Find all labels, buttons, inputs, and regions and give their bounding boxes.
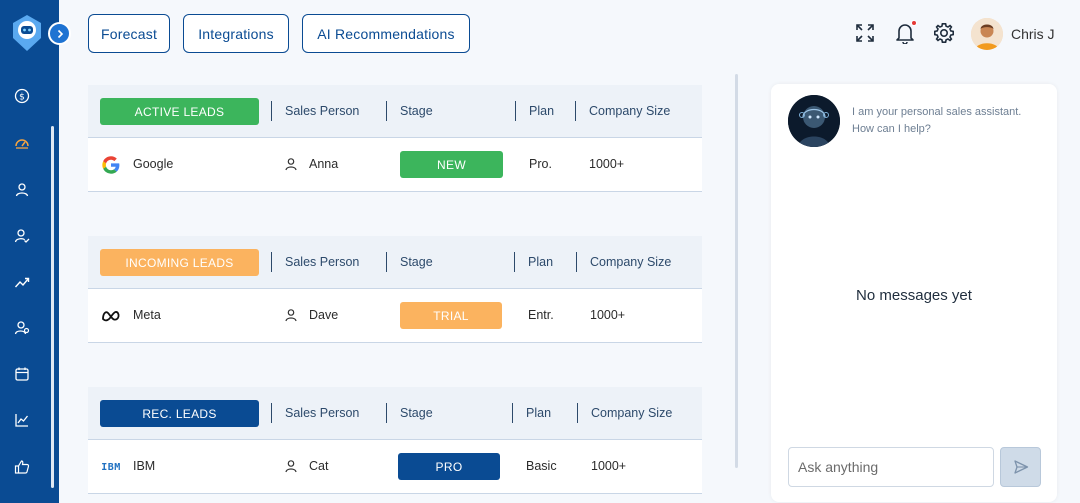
dashboard-icon[interactable] — [12, 133, 32, 153]
person-icon — [284, 459, 298, 473]
google-icon — [100, 154, 122, 176]
user-check-icon[interactable] — [12, 226, 32, 246]
column-header-company-size[interactable]: Company Size — [590, 255, 671, 269]
column-header-company-size[interactable]: Company Size — [591, 406, 672, 420]
column-header-stage[interactable]: Stage — [400, 255, 433, 269]
stage-badge[interactable]: NEW — [400, 151, 503, 178]
user-icon[interactable] — [12, 180, 32, 200]
column-header-stage[interactable]: Stage — [400, 406, 433, 420]
group-header: ACTIVE LEADS Sales Person Stage Plan Com… — [88, 85, 702, 138]
sidebar-scrollbar[interactable] — [51, 126, 54, 488]
table-row[interactable]: Meta Dave TRIAL Entr. 1000+ — [88, 289, 702, 343]
column-separator — [514, 252, 515, 272]
column-separator — [386, 403, 387, 423]
column-separator — [512, 403, 513, 423]
dollar-icon[interactable]: $ — [12, 86, 32, 106]
plan-value: Pro. — [529, 157, 552, 171]
chart-icon[interactable] — [12, 410, 32, 430]
integrations-button[interactable]: Integrations — [183, 14, 289, 53]
plan-value: Basic — [526, 459, 557, 473]
company-name: Meta — [133, 308, 161, 322]
ibm-icon: IBM — [100, 456, 122, 478]
column-separator — [576, 252, 577, 272]
column-separator — [515, 101, 516, 121]
chat-panel: I am your personal sales assistant. How … — [771, 84, 1057, 502]
company-name: Google — [133, 157, 174, 171]
meta-icon — [100, 305, 122, 327]
column-separator — [271, 252, 272, 272]
sidebar-toggle-button[interactable] — [48, 22, 71, 45]
company-size-value: 1000+ — [590, 308, 626, 322]
sales-person-name: Cat — [309, 459, 329, 473]
stage-badge[interactable]: TRIAL — [400, 302, 502, 329]
column-header-company-size[interactable]: Company Size — [589, 104, 670, 118]
group-title-pill[interactable]: INCOMING LEADS — [100, 249, 259, 276]
assistant-avatar — [788, 95, 840, 147]
calendar-icon[interactable] — [12, 364, 32, 384]
fullscreen-icon[interactable] — [854, 22, 876, 44]
column-header-sales-person[interactable]: Sales Person — [285, 104, 359, 118]
gear-icon[interactable] — [933, 22, 955, 44]
column-header-sales-person[interactable]: Sales Person — [285, 406, 359, 420]
group-title-pill[interactable]: ACTIVE LEADS — [100, 98, 259, 125]
group-header: INCOMING LEADS Sales Person Stage Plan C… — [88, 236, 702, 289]
lead-group-active: ACTIVE LEADS Sales Person Stage Plan Com… — [88, 85, 702, 192]
column-header-plan[interactable]: Plan — [529, 104, 554, 118]
group-title-pill[interactable]: REC. LEADS — [100, 400, 259, 427]
column-separator — [386, 101, 387, 121]
column-header-sales-person[interactable]: Sales Person — [285, 255, 359, 269]
column-separator — [271, 403, 272, 423]
svg-text:$: $ — [19, 93, 25, 103]
user-avatar[interactable] — [971, 18, 1003, 50]
group-header: REC. LEADS Sales Person Stage Plan Compa… — [88, 387, 702, 440]
lead-group-rec: REC. LEADS Sales Person Stage Plan Compa… — [88, 387, 702, 494]
column-header-plan[interactable]: Plan — [526, 406, 551, 420]
greeting-line: How can I help? — [852, 123, 931, 135]
column-separator — [577, 403, 578, 423]
column-separator — [386, 252, 387, 272]
sales-person-name: Dave — [309, 308, 339, 322]
greeting-line: I am your personal sales assistant. — [852, 106, 1022, 118]
column-header-plan[interactable]: Plan — [528, 255, 553, 269]
sidebar: $ — [0, 0, 59, 503]
person-icon — [284, 157, 298, 171]
assistant-greeting: I am your personal sales assistant. How … — [852, 104, 1042, 138]
users-icon[interactable] — [12, 318, 32, 338]
trend-icon[interactable] — [12, 272, 32, 292]
company-size-value: 1000+ — [589, 157, 625, 171]
column-header-stage[interactable]: Stage — [400, 104, 433, 118]
user-name[interactable]: Chris J — [1011, 26, 1055, 42]
ibm-logo-text: IBM — [101, 461, 121, 473]
table-row[interactable]: IBM IBM Cat PRO Basic 1000+ — [88, 440, 702, 494]
stage-badge[interactable]: PRO — [398, 453, 500, 480]
send-button[interactable] — [1000, 447, 1041, 487]
send-icon — [1013, 459, 1029, 475]
thumbs-up-icon[interactable] — [12, 457, 32, 477]
company-name: IBM — [133, 459, 156, 473]
ai-recommendations-button[interactable]: AI Recommendations — [302, 14, 470, 53]
app-logo-icon[interactable] — [10, 14, 44, 52]
content-scrollbar[interactable] — [735, 74, 738, 468]
column-separator — [575, 101, 576, 121]
forecast-button[interactable]: Forecast — [88, 14, 170, 53]
company-size-value: 1000+ — [591, 459, 627, 473]
chevron-right-icon — [55, 29, 65, 39]
notification-badge — [911, 20, 917, 26]
person-icon — [284, 308, 298, 322]
plan-value: Entr. — [528, 308, 554, 322]
sales-person-name: Anna — [309, 157, 339, 171]
table-row[interactable]: Google Anna NEW Pro. 1000+ — [88, 138, 702, 192]
lead-group-incoming: INCOMING LEADS Sales Person Stage Plan C… — [88, 236, 702, 343]
empty-messages-text: No messages yet — [856, 287, 972, 304]
column-separator — [271, 101, 272, 121]
chat-input[interactable] — [788, 447, 994, 487]
